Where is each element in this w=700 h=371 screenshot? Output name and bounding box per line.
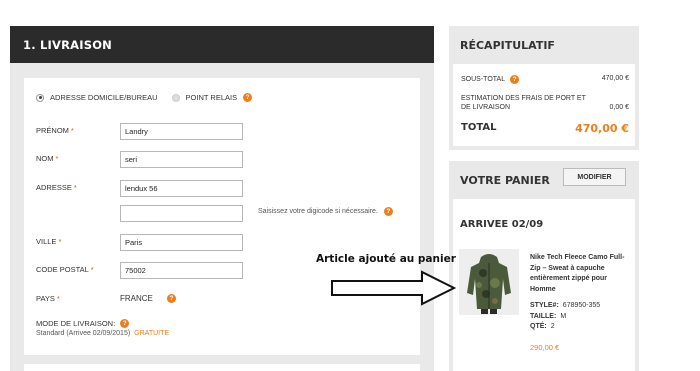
- cart-title: VOTRE PANIER: [460, 174, 550, 187]
- help-icon[interactable]: ?: [510, 75, 520, 84]
- radio-relay-point[interactable]: [171, 93, 180, 102]
- shipping-row: ESTIMATION DES FRAIS DE PORT ET DE LIVRA…: [461, 95, 629, 111]
- firstname-input[interactable]: [120, 123, 243, 140]
- product-style: STYLE#: 678950-355: [530, 302, 601, 309]
- next-form-panel: [24, 364, 420, 371]
- product-price: 290,00 €: [530, 343, 560, 352]
- postcode-input[interactable]: [120, 262, 243, 279]
- help-icon[interactable]: ?: [383, 207, 393, 216]
- delivery-form: ADRESSE DOMICILE/BUREAU POINT RELAIS ? P…: [24, 78, 420, 355]
- subtotal-row: SOUS-TOTAL? 470,00 €: [461, 75, 629, 84]
- address-label: ADRESSE *: [36, 183, 77, 192]
- delivery-price: GRATUITE: [134, 330, 170, 337]
- address-input[interactable]: [120, 180, 243, 197]
- postcode-label: CODE POSTAL *: [36, 265, 94, 274]
- product-size: TAILLE: M: [530, 313, 567, 320]
- cart-section: VOTRE PANIER MODIFIER ARRIVEE 02/09 Nike…: [449, 161, 639, 371]
- annotation-arrow-icon: [331, 270, 457, 306]
- arrival-date: ARRIVEE 02/09: [460, 219, 544, 230]
- delivery-section: 1. LIVRAISON ADRESSE DOMICILE/BUREAU POI…: [10, 26, 434, 371]
- delivery-options: ADRESSE DOMICILE/BUREAU POINT RELAIS ?: [36, 93, 253, 102]
- product-image[interactable]: [459, 249, 519, 315]
- lastname-label: NOM *: [36, 154, 59, 163]
- help-icon[interactable]: ?: [120, 319, 130, 328]
- cart-body: ARRIVEE 02/09 Nike Tech Fleece Camo Full…: [453, 199, 635, 371]
- product-qty: QTÉ: 2: [530, 323, 555, 330]
- delivery-mode-value: Standard (Arrivee 02/09/2015) GRATUITE: [36, 330, 170, 337]
- radio-home-address[interactable]: [36, 93, 44, 102]
- delivery-mode-label: MODE DE LIVRAISON: ?: [36, 319, 130, 328]
- delivery-title: 1. LIVRAISON: [10, 26, 434, 63]
- annotation-text: Article ajouté au panier: [316, 253, 456, 265]
- help-icon[interactable]: ?: [166, 294, 176, 303]
- digicode-hint: Saisissez votre digicode si nécessaire. …: [258, 207, 393, 216]
- summary-section: RÉCAPITULATIF SOUS-TOTAL? 470,00 € ESTIM…: [449, 26, 639, 150]
- firstname-label: PRÉNOM *: [36, 126, 74, 135]
- summary-body: SOUS-TOTAL? 470,00 € ESTIMATION DES FRAI…: [453, 64, 635, 146]
- hoodie-image: [459, 249, 519, 315]
- address2-input[interactable]: [120, 205, 243, 222]
- summary-title: RÉCAPITULATIF: [460, 39, 555, 52]
- lastname-input[interactable]: [120, 151, 243, 168]
- radio-home-address-label[interactable]: ADRESSE DOMICILE/BUREAU: [50, 93, 158, 102]
- total-value: 470,00 €: [575, 122, 629, 135]
- total-row: TOTAL 470,00 €: [461, 122, 629, 135]
- help-icon[interactable]: ?: [243, 93, 253, 102]
- radio-relay-point-label[interactable]: POINT RELAIS: [186, 93, 238, 102]
- shipping-value: 0,00 €: [609, 104, 629, 111]
- country-value: FRANCE ?: [120, 294, 176, 303]
- modify-button[interactable]: MODIFIER: [563, 168, 626, 186]
- product-name[interactable]: Nike Tech Fleece Camo Full-Zip – Sweat à…: [530, 253, 630, 295]
- country-label: PAYS *: [36, 294, 60, 303]
- subtotal-value: 470,00 €: [601, 75, 629, 82]
- city-input[interactable]: [120, 234, 243, 251]
- city-label: VILLE *: [36, 237, 62, 246]
